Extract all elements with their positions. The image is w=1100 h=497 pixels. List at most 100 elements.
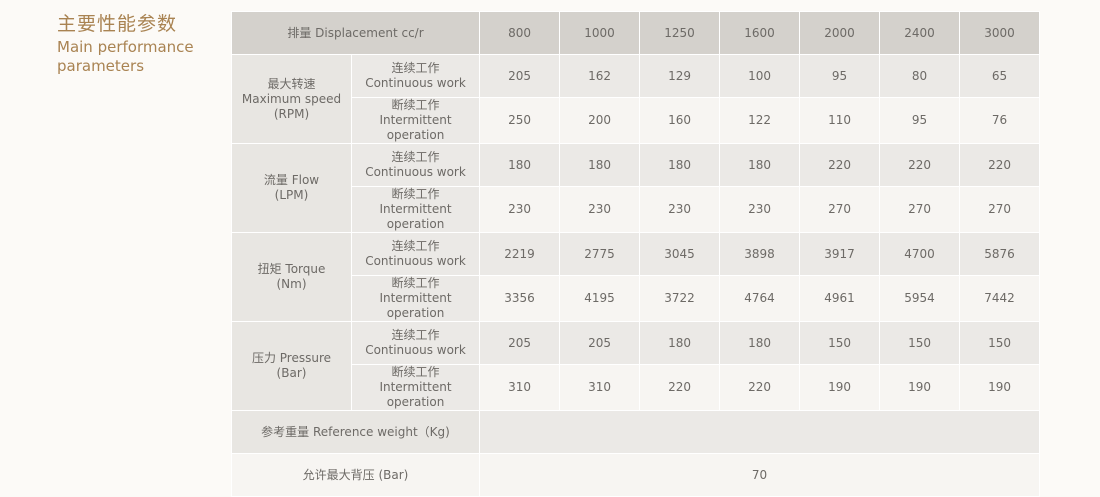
value-cell: 122 (719, 97, 801, 144)
value-cell: 100 (719, 54, 801, 98)
value-cell: 5954 (879, 275, 961, 322)
value-cell: 76 (959, 97, 1041, 144)
mode-label-cn: 连续工作 (391, 150, 440, 164)
mode-label-cn: 连续工作 (391, 239, 440, 253)
mode-label-cell: 断续工作 Intermittent operation (350, 97, 481, 144)
value-cell: 230 (719, 186, 801, 233)
param-name-cn: 压力 Pressure (251, 351, 332, 365)
mode-label-cn: 连续工作 (391, 328, 440, 342)
weight-row: 参考重量 Reference weight（Kg) (230, 410, 1041, 454)
value-cell: 270 (959, 186, 1041, 233)
weight-value-cell (479, 410, 1041, 454)
value-cell: 2219 (479, 232, 561, 276)
value-cell: 180 (639, 321, 721, 365)
mode-label-cn: 断续工作 (391, 365, 440, 379)
value-cell: 310 (479, 364, 561, 411)
value-cell: 162 (559, 54, 641, 98)
mode-label-en: Continuous work (365, 343, 466, 357)
param-name-cn: 扭矩 Torque (257, 262, 326, 276)
performance-table: 排量 Displacement cc/r 800 1000 1250 1600 … (230, 11, 1041, 497)
value-cell: 150 (959, 321, 1041, 365)
mode-label-cell: 断续工作 Intermittent operation (350, 186, 481, 233)
mode-label-en: Intermittent operation (379, 113, 452, 142)
mode-label-cell: 断续工作 Intermittent operation (350, 275, 481, 322)
value-cell: 310 (559, 364, 641, 411)
value-cell: 150 (799, 321, 881, 365)
mode-label-cell: 连续工作 Continuous work (350, 54, 481, 98)
value-cell: 205 (479, 54, 561, 98)
heading-block: 主要性能参数 Main performance parameters (57, 12, 217, 76)
value-cell: 110 (799, 97, 881, 144)
param-label-cell: 流量 Flow (LPM) (231, 143, 352, 233)
value-cell: 80 (879, 54, 961, 98)
table-row: 压力 Pressure (Bar) 连续工作 Continuous work 205 20… (231, 321, 1041, 411)
value-cell: 190 (799, 364, 881, 411)
value-cell: 180 (559, 143, 641, 187)
table-row: 最大转速 Maximum speed (RPM) 连续工作 Continuous wor… (231, 54, 1041, 144)
value-cell: 3898 (719, 232, 801, 276)
value-cell: 160 (639, 97, 721, 144)
value-cell: 230 (559, 186, 641, 233)
value-cell: 95 (879, 97, 961, 144)
header-row: 排量 Displacement cc/r 800 1000 1250 1600 … (230, 11, 1041, 55)
value-cell: 220 (639, 364, 721, 411)
displacement-cell: 3000 (959, 11, 1041, 55)
displacement-cell: 800 (479, 11, 561, 55)
table-row: 扭矩 Torque (Nm) 连续工作 Continuous work 2219 2775… (231, 232, 1041, 322)
value-cell: 65 (959, 54, 1041, 98)
displacement-cell: 2400 (879, 11, 961, 55)
param-unit: (LPM) (274, 188, 309, 202)
value-cell: 190 (879, 364, 961, 411)
value-cell: 4195 (559, 275, 641, 322)
table-row: 流量 Flow (LPM) 连续工作 Continuous work 180 180 180… (231, 143, 1041, 233)
mode-label-en: Continuous work (365, 254, 466, 268)
displacement-header: 排量 Displacement cc/r (230, 11, 481, 55)
value-cell: 7442 (959, 275, 1041, 322)
value-cell: 180 (479, 143, 561, 187)
value-cell: 270 (799, 186, 881, 233)
back-pressure-value-cell: 70 (479, 453, 1041, 497)
back-pressure-row: 允许最大背压 (Bar) 70 (230, 453, 1041, 497)
displacement-cell: 1600 (719, 11, 801, 55)
mode-label-en: Continuous work (365, 76, 466, 90)
param-unit: (Bar) (276, 366, 307, 380)
param-unit: (RPM) (273, 106, 310, 121)
value-cell: 95 (799, 54, 881, 98)
page-title: 主要性能参数 (57, 13, 178, 35)
displacement-cell: 2000 (799, 11, 881, 55)
mode-label-cell: 连续工作 Continuous work (350, 321, 481, 365)
value-cell: 129 (639, 54, 721, 98)
value-cell: 200 (559, 97, 641, 144)
value-cell: 4764 (719, 275, 801, 322)
value-cell: 5876 (959, 232, 1041, 276)
value-cell: 220 (879, 143, 961, 187)
param-label-cell: 扭矩 Torque (Nm) (231, 232, 352, 322)
value-cell: 270 (879, 186, 961, 233)
param-label-cell: 最大转速 Maximum speed (RPM) (231, 54, 352, 144)
weight-label-cell: 参考重量 Reference weight（Kg) (230, 410, 481, 454)
table-row: 断续工作 Intermittent operation 310 310 220 220 19… (232, 364, 1041, 411)
param-unit: (Nm) (276, 277, 307, 291)
value-cell: 230 (479, 186, 561, 233)
mode-label-cn: 连续工作 (391, 61, 440, 75)
value-cell: 4700 (879, 232, 961, 276)
value-cell: 3045 (639, 232, 721, 276)
value-cell: 3917 (799, 232, 881, 276)
mode-label-en: Intermittent operation (379, 291, 452, 320)
value-cell: 3356 (479, 275, 561, 322)
value-cell: 190 (959, 364, 1041, 411)
displacement-cell: 1000 (559, 11, 641, 55)
value-cell: 150 (879, 321, 961, 365)
mode-label-cell: 连续工作 Continuous work (350, 143, 481, 187)
value-cell: 205 (559, 321, 641, 365)
value-cell: 4961 (799, 275, 881, 322)
value-cell: 220 (719, 364, 801, 411)
displacement-cell: 1250 (639, 11, 721, 55)
mode-label-cn: 断续工作 (391, 98, 440, 112)
mode-label-cell: 断续工作 Intermittent operation (350, 364, 481, 411)
value-cell: 3722 (639, 275, 721, 322)
value-cell: 220 (959, 143, 1041, 187)
table-row: 断续工作 Intermittent operation 3356 4195 3722 47… (232, 275, 1041, 322)
back-pressure-label-cell: 允许最大背压 (Bar) (230, 453, 481, 497)
table-row: 断续工作 Intermittent operation 250 200 160 122 11… (232, 97, 1041, 144)
